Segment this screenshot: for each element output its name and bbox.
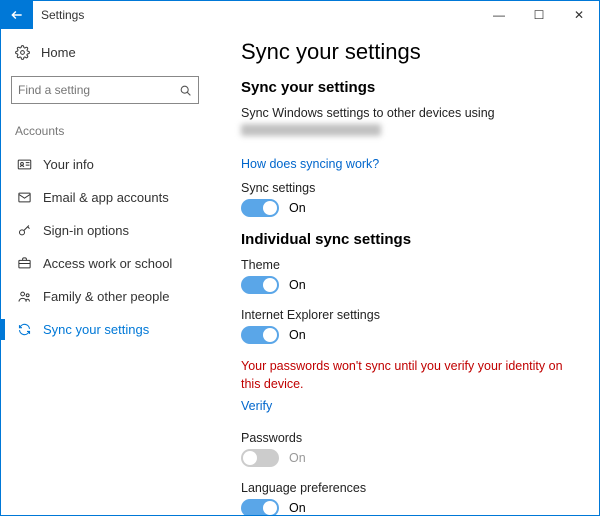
people-icon xyxy=(15,289,33,304)
sync-settings-toggle[interactable] xyxy=(241,199,279,217)
help-link[interactable]: How does syncing work? xyxy=(241,157,379,171)
sync-settings-label: Sync settings xyxy=(241,181,579,195)
passwords-toggle xyxy=(241,449,279,467)
toggle-state: On xyxy=(289,501,306,515)
redacted-account xyxy=(241,124,381,136)
sidebar-item-label: Sign-in options xyxy=(43,223,129,238)
sync-desc: Sync Windows settings to other devices u… xyxy=(241,106,579,120)
sidebar-item-label: Your info xyxy=(43,157,94,172)
home-label: Home xyxy=(41,45,76,60)
briefcase-icon xyxy=(15,256,33,271)
lang-toggle[interactable] xyxy=(241,499,279,515)
sidebar-item-label: Email & app accounts xyxy=(43,190,169,205)
theme-toggle[interactable] xyxy=(241,276,279,294)
content: Sync your settings Sync your settings Sy… xyxy=(211,29,599,515)
page-title: Sync your settings xyxy=(241,39,579,65)
sidebar-item-your-info[interactable]: Your info xyxy=(11,148,211,181)
section-label: Accounts xyxy=(11,120,211,142)
section-heading-2: Individual sync settings xyxy=(241,231,579,248)
sidebar-item-family[interactable]: Family & other people xyxy=(11,280,211,313)
gear-icon xyxy=(15,45,31,60)
toggle-state: On xyxy=(289,278,306,292)
sidebar-item-label: Sync your settings xyxy=(43,322,149,337)
minimize-button[interactable]: — xyxy=(479,1,519,29)
sidebar-item-work[interactable]: Access work or school xyxy=(11,247,211,280)
toggle-state: On xyxy=(289,201,306,215)
sidebar-item-email[interactable]: Email & app accounts xyxy=(11,181,211,214)
verify-link[interactable]: Verify xyxy=(241,399,272,413)
sidebar-item-label: Family & other people xyxy=(43,289,169,304)
search-icon xyxy=(179,84,192,97)
search-box[interactable] xyxy=(11,76,199,104)
mail-icon xyxy=(15,190,33,205)
id-card-icon xyxy=(15,157,33,172)
toggle-state: On xyxy=(289,328,306,342)
ie-toggle[interactable] xyxy=(241,326,279,344)
home-nav[interactable]: Home xyxy=(11,39,211,66)
sidebar-item-sync[interactable]: Sync your settings xyxy=(11,313,211,346)
toggle-state: On xyxy=(289,451,306,465)
key-icon xyxy=(15,223,33,238)
sidebar-item-label: Access work or school xyxy=(43,256,172,271)
window-title: Settings xyxy=(33,8,84,22)
sync-icon xyxy=(15,322,33,337)
titlebar: Settings — ☐ ✕ xyxy=(1,1,599,29)
maximize-button[interactable]: ☐ xyxy=(519,1,559,29)
ie-label: Internet Explorer settings xyxy=(241,308,579,322)
close-button[interactable]: ✕ xyxy=(559,1,599,29)
password-warning: Your passwords won't sync until you veri… xyxy=(241,358,579,393)
passwords-label: Passwords xyxy=(241,431,579,445)
sidebar: Home Accounts Your info Email & app acco… xyxy=(1,29,211,515)
sidebar-item-signin[interactable]: Sign-in options xyxy=(11,214,211,247)
search-input[interactable] xyxy=(18,83,179,97)
section-heading: Sync your settings xyxy=(241,79,579,96)
back-button[interactable] xyxy=(1,1,33,29)
lang-label: Language preferences xyxy=(241,481,579,495)
theme-label: Theme xyxy=(241,258,579,272)
